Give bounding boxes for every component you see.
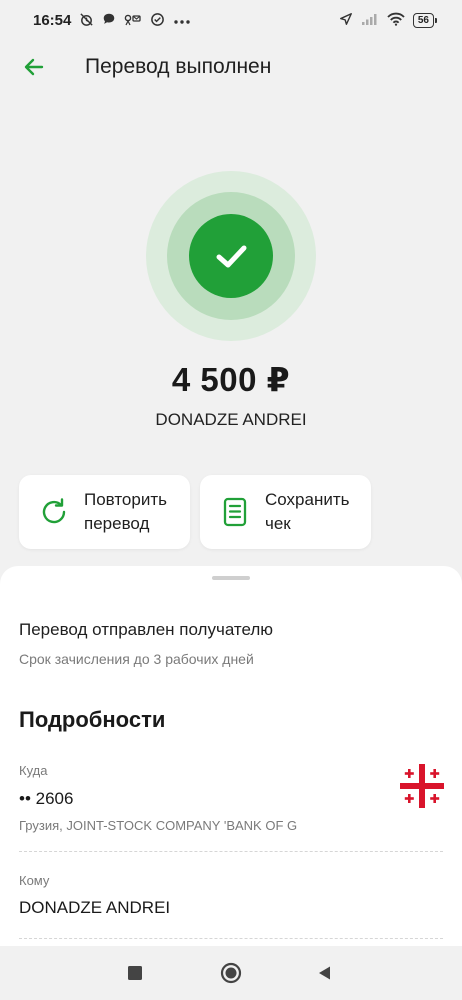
action-buttons: Повторить перевод Сохранить чек [19, 475, 371, 549]
check-circle-icon [150, 12, 165, 29]
to-bank: Грузия, JOINT-STOCK COMPANY 'BANK OF G [19, 818, 298, 833]
sheet-handle[interactable] [212, 576, 250, 580]
home-button[interactable] [216, 958, 246, 988]
back-triangle-icon [319, 966, 330, 980]
sent-status-title: Перевод отправлен получателю [19, 620, 274, 639]
to-value: •• 2606 [19, 789, 74, 808]
alarm-off-icon [79, 12, 94, 29]
status-left: 16:54 [33, 12, 191, 29]
details-sheet[interactable]: Перевод отправлен получателю Срок зачисл… [0, 566, 462, 946]
divider [19, 851, 443, 852]
battery-icon: 56 [412, 12, 438, 28]
chat-icon [102, 12, 116, 28]
more-icon [173, 14, 191, 27]
page-title: Перевод выполнен [85, 55, 272, 78]
recipient-name: DONADZE ANDREI [155, 410, 307, 429]
success-badge [189, 214, 273, 298]
header: Перевод выполнен [0, 45, 462, 89]
divider [19, 938, 443, 939]
save-receipt-button[interactable]: Сохранить чек [200, 475, 371, 549]
status-right: 56 [339, 12, 438, 28]
repeat-transfer-button[interactable]: Повторить перевод [19, 475, 190, 549]
success-ring [167, 192, 295, 320]
back-button[interactable] [14, 47, 54, 87]
receipt-icon [218, 495, 252, 529]
whom-value: DONADZE ANDREI [19, 898, 171, 917]
repeat-icon [37, 495, 71, 529]
recents-button[interactable] [120, 958, 150, 988]
repeat-transfer-label: Повторить перевод [84, 490, 167, 533]
home-circle-icon [220, 962, 242, 984]
arrow-left-icon [24, 58, 44, 76]
details-heading: Подробности [19, 707, 166, 732]
georgia-flag-icon [400, 764, 444, 808]
sent-status-subtitle: Срок зачисления до 3 рабочих дней [19, 651, 254, 667]
whom-label: Кому [19, 873, 50, 888]
check-icon [216, 245, 247, 268]
status-time: 16:54 [33, 11, 72, 29]
to-label: Куда [19, 763, 48, 778]
voicemail-icon [124, 12, 142, 28]
nav-back-button[interactable] [310, 958, 340, 988]
recents-square-icon [128, 966, 142, 980]
transfer-amount: 4 500 ₽ [171, 361, 291, 398]
success-indicator [146, 171, 316, 341]
status-bar: 16:54 56 [0, 0, 462, 40]
signal-icon [361, 12, 379, 28]
wifi-icon [387, 12, 405, 28]
navigation-bar [0, 946, 462, 1000]
location-icon [339, 12, 353, 28]
save-receipt-label: Сохранить чек [265, 490, 350, 533]
